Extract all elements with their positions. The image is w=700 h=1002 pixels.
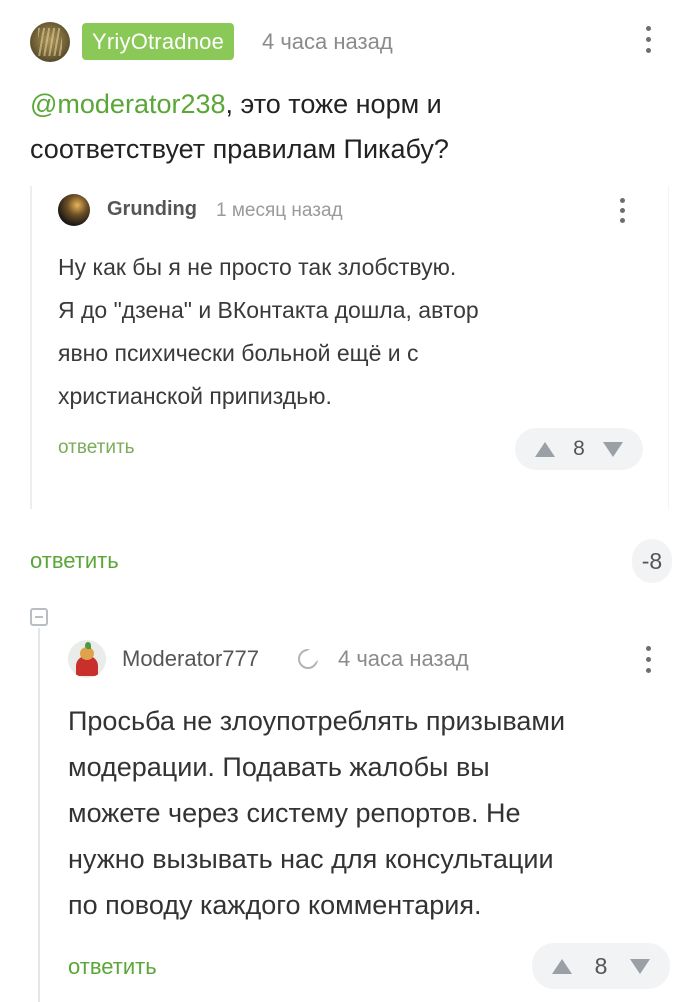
comment-text-line: нужно вызывать нас для консультации	[68, 844, 554, 874]
vote-control: 8	[532, 943, 670, 989]
more-options-icon[interactable]	[644, 646, 652, 673]
comment-text-line: модерации. Подавать жалобы вы	[68, 752, 490, 782]
quoted-comment-text: Ну как бы я не просто так злобствую. Я д…	[58, 246, 648, 418]
more-options-icon[interactable]	[644, 26, 652, 53]
avatar[interactable]	[68, 640, 106, 678]
comment-text-line: Просьба не злоупотреблять призывами	[68, 706, 566, 736]
downvote-icon[interactable]	[629, 958, 650, 974]
username[interactable]: Moderator777	[122, 646, 259, 672]
vote-control: 8	[515, 428, 643, 470]
vote-count: 8	[573, 437, 585, 460]
upvote-icon[interactable]	[535, 441, 555, 457]
username[interactable]: Grunding	[107, 198, 197, 221]
comment-text-line: христианской припиздью.	[58, 383, 332, 409]
more-options-icon[interactable]	[618, 198, 626, 223]
upvote-icon[interactable]	[552, 958, 572, 974]
comment-text: Просьба не злоупотреблять призывами моде…	[68, 698, 678, 928]
username-badge[interactable]: YriyOtradnoe	[82, 23, 235, 60]
comment-text-line: по поводу каждого комментария.	[68, 890, 482, 920]
comment-text-line: Ну как бы я не просто так злобствую.	[58, 254, 457, 280]
avatar[interactable]	[30, 22, 70, 62]
comment-time: 1 месяц назад	[216, 200, 343, 221]
collapse-thread-icon[interactable]	[30, 608, 48, 626]
vote-count: 8	[594, 952, 608, 979]
avatar[interactable]	[58, 194, 90, 226]
comment-text-line: можете через систему репортов. Не	[68, 798, 521, 828]
reply-button[interactable]: ответить	[58, 437, 135, 459]
reply-button[interactable]: ответить	[68, 954, 157, 980]
reply-button[interactable]: ответить	[30, 548, 119, 574]
quote-border	[30, 186, 32, 509]
moderator-icon	[298, 649, 319, 669]
comment-text: @moderator238, это тоже норм и соответст…	[30, 82, 670, 172]
comment-time: 4 часа назад	[338, 646, 469, 671]
thread-line[interactable]	[38, 628, 40, 1002]
comment-text-line: , это тоже норм и	[225, 89, 442, 119]
user-mention-link[interactable]: @moderator238	[30, 89, 226, 119]
downvote-icon[interactable]	[603, 441, 623, 457]
comment-text-line: соответствует правилам Пикабу?	[30, 134, 449, 164]
comment-text-line: явно психически больной ещё и с	[58, 340, 419, 366]
comment-text-line: Я до "дзена" и ВКонтакта дошла, автор	[58, 297, 479, 323]
quote-border	[668, 186, 669, 509]
comment-time: 4 часа назад	[262, 29, 393, 54]
vote-score: -8	[632, 539, 672, 583]
